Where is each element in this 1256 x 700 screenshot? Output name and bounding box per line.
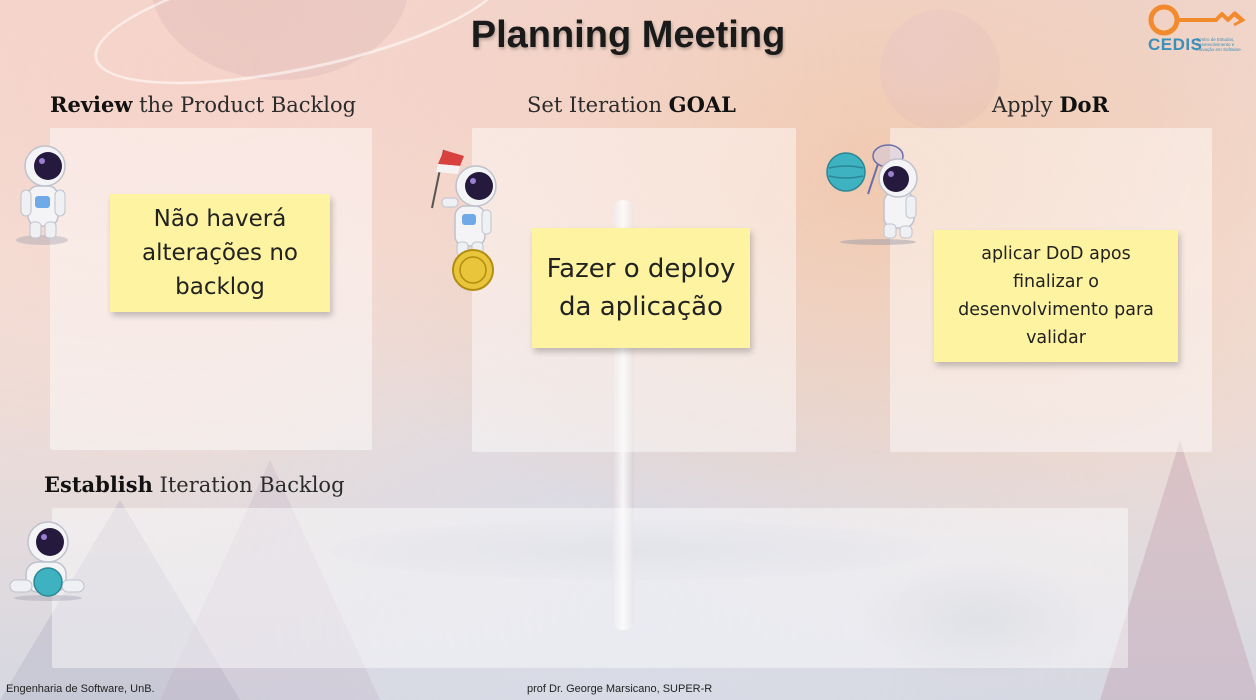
planet-icon [826,152,866,192]
heading-goal: Set Iteration GOAL [527,92,736,117]
footer-center: prof Dr. George Marsicano, SUPER-R [527,683,713,695]
sticky-note-dor[interactable]: aplicar DoD apos finalizar o desenvolvim… [934,230,1178,362]
heading-backlog: Establish Iteration Backlog [44,472,345,497]
heading-review-bold: Review [50,92,133,117]
heading-dor: Apply DoR [992,92,1109,117]
sticky-note-goal-text: Fazer o deploy da aplicação [546,254,736,322]
astronaut-net-icon [826,144,918,245]
sticky-note-review[interactable]: Não haverá alterações no backlog [110,194,330,312]
heading-dor-rest: Apply [992,93,1060,117]
astronaut-flag-icon [431,149,497,291]
logo-subtitle: Centro de Estudos, Desenvolvimento e Ino… [1196,37,1241,52]
sticky-note-review-text: Não haverá alterações no backlog [141,206,298,300]
heading-review: Review the Product Backlog [50,92,356,117]
astronaut-icon [16,145,68,245]
logo-name: CEDIS [1148,35,1203,54]
medal-icon [452,249,494,291]
flag-icon [438,150,464,166]
heading-backlog-bold: Establish [44,472,153,497]
sticky-note-dor-text: aplicar DoD apos finalizar o desenvolvim… [958,244,1154,348]
slide-title: Planning Meeting [470,14,786,56]
heading-review-rest: the Product Backlog [132,93,357,117]
heading-goal-rest: Set Iteration [527,93,669,117]
planet-icon [33,567,63,597]
heading-dor-bold: DoR [1059,92,1109,117]
footer-left: Engenharia de Software, UnB. [6,683,155,695]
heading-backlog-rest: Iteration Backlog [152,473,345,497]
heading-goal-bold: GOAL [668,92,736,117]
panel-backlog [52,508,1128,668]
astronaut-sitting-icon [9,521,85,601]
sticky-note-goal[interactable]: Fazer o deploy da aplicação [532,228,750,348]
